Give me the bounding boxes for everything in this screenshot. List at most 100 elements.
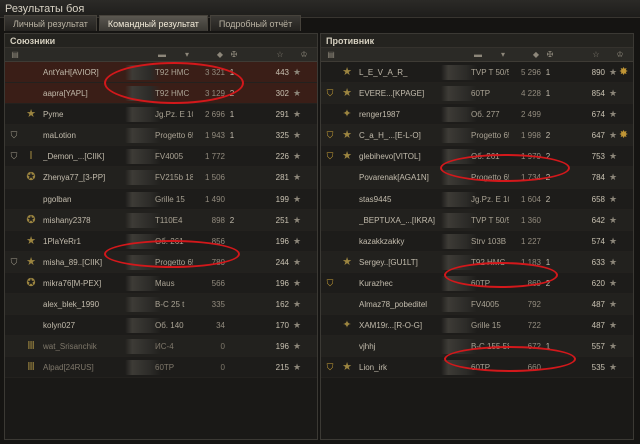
player-row[interactable]: ✦ XAM19r...[R-O-G] Grille 15 722 487 ★ <box>321 315 633 337</box>
clan-badge-icon <box>324 319 336 332</box>
player-row[interactable]: ⛉ ★ EVERE...[KPAGE] 60TP 4 228 1 854 ★ <box>321 83 633 105</box>
kills-value: 1 <box>545 257 551 267</box>
tab-team-result[interactable]: Командный результат <box>98 15 208 31</box>
tank-icon[interactable]: ▬ <box>155 50 169 60</box>
player-row[interactable]: kolyn027 Об. 140 34 170 ★ <box>5 315 317 337</box>
allies-title: Союзники <box>5 34 317 48</box>
player-row[interactable]: AntYaH[AVIOR] T92 HMC 3 321 1 443 ★ <box>5 62 317 84</box>
player-row[interactable]: Povarenak[AGA1N] Progetto 65 1 734 2 784 ★ <box>321 167 633 189</box>
damage-value: 1 979 <box>520 152 541 162</box>
player-name: wat_Srisanchik <box>43 342 97 352</box>
player-row[interactable]: Almaz78_pobeditel FV4005 792 487 ★ <box>321 294 633 316</box>
xp-value: 890 <box>591 68 605 77</box>
xp-value: 199 <box>275 194 289 204</box>
damage-value: 672 <box>527 342 541 352</box>
tank-name: ИС-4 <box>155 342 174 352</box>
player-row[interactable]: pgolban Grille 15 1 490 199 ★ <box>5 188 317 210</box>
xp-star-icon: ★ <box>293 193 302 204</box>
clan-badge-icon <box>324 298 336 311</box>
clan-badge-icon <box>8 340 20 353</box>
player-name: Zhenya77_[3-PP] <box>43 173 106 183</box>
player-row[interactable]: ★L_E_V_A_R_TVP T 50/515 2961890★✸ <box>321 62 633 84</box>
xp-star-icon: ★ <box>293 130 302 141</box>
xp-value: 162 <box>275 300 289 310</box>
tier-icon[interactable]: ▤ <box>8 50 22 60</box>
xp-star-icon: ★ <box>293 151 302 162</box>
clan-badge-icon <box>8 193 20 206</box>
tab-detailed-report[interactable]: Подробный отчёт <box>209 15 302 31</box>
tank-icon[interactable]: ▬ <box>471 50 485 60</box>
xp-value: 196 <box>275 342 289 352</box>
allies-panel: Союзники ▤ ▬ ▾ ◆ ✠ ☆ ♔ AntYaH[AVIOR] T92 … <box>4 33 318 440</box>
player-row[interactable]: ✪ Zhenya77_[3-PP] FV215b 183 1 506 281 ★ <box>5 167 317 189</box>
xp-star-icon: ★ <box>609 130 618 141</box>
player-row[interactable]: ✦ renger1987 Об. 277 2 499 674 ★ <box>321 104 633 126</box>
xp-star-icon: ★ <box>293 109 302 120</box>
clan-badge-icon <box>324 193 336 206</box>
xp-star-icon: ★ <box>293 320 302 331</box>
player-row[interactable]: ★ Sergey..[GU1LT] T92 HMC 1 183 1 633 ★ <box>321 251 633 273</box>
xp-value: 647 <box>591 131 605 141</box>
damage-value: 1 772 <box>204 152 225 162</box>
allies-list: AntYaH[AVIOR] T92 HMC 3 321 1 443 ★ aapra[YAPL… <box>5 62 317 379</box>
player-row[interactable]: Ⅲ Alpad[24RUS] 60TP 0 215 ★ <box>5 357 317 379</box>
player-name: L_E_V_A_R_ <box>359 68 408 77</box>
tank-name: В-С 25 t <box>155 300 185 310</box>
player-row[interactable]: ⛉ Kurazhec 60TP 869 2 620 ★ <box>321 272 633 295</box>
player-name: Almaz78_pobeditel <box>359 300 428 310</box>
player-row[interactable]: ⛉ ★ glebihevo[VITOL] Об. 261 1 979 2 753 ★ <box>321 146 633 168</box>
player-row[interactable]: vjhhj В-С 155 58 672 1 557 ★ <box>321 336 633 358</box>
player-row[interactable]: aapra[YAPL] T92 HMC 3 129 2 302 ★ <box>5 83 317 105</box>
enemies-list: ★L_E_V_A_R_TVP T 50/515 2961890★✸⛉★EVERE… <box>321 62 633 379</box>
player-row[interactable]: _BEPTUXA_...[IKRA] TVP T 50/51 1 360 642 ★ <box>321 209 633 231</box>
xp-star-icon: ★ <box>609 320 618 331</box>
tank-name: Jg.Pz. E 100 <box>471 194 509 204</box>
player-row[interactable]: ⛉ ★ С_а_Н_...[E-L-O] Progetto 65 1 998 2 647 ★ ✸ <box>321 125 633 147</box>
damage-value: 856 <box>211 236 225 246</box>
xp-value: 170 <box>275 321 289 331</box>
xp-star-icon: ★ <box>609 109 618 120</box>
xp-icon[interactable]: ☆ <box>589 50 603 60</box>
player-row[interactable]: ✪ mikra76[M-PEX] Maus 566 196 ★ <box>5 272 317 295</box>
player-row[interactable]: ⛉ ★ misha_89..[CIIK] Progetto 65 780 244 ★ <box>5 251 317 273</box>
kills-value: 1 <box>229 68 235 77</box>
clan-badge-icon <box>8 108 20 121</box>
player-row[interactable]: Ⅲwat_Srisanchik ИС-4 0 196 ★ <box>5 336 317 358</box>
clan-badge-icon: ⛉ <box>326 362 334 373</box>
medal-icon[interactable]: ♔ <box>613 50 627 60</box>
player-row[interactable]: ★ 1PlaYeRr1 Об. 261 856 196 ★ <box>5 230 317 252</box>
tier-icon[interactable]: ▤ <box>324 50 338 60</box>
player-row[interactable]: ✪ mishany2378 T110E4 898 2 251 ★ <box>5 209 317 231</box>
xp-value: 487 <box>591 300 605 310</box>
player-row[interactable]: ⛉ Ⅰ _Demon_...[CIIK] FV4005 1 772 226 ★ <box>5 146 317 168</box>
tab-personal-result[interactable]: Личный результат <box>4 15 97 31</box>
xp-value: 784 <box>591 173 605 183</box>
player-row[interactable]: ★ Pyme Jg.Pz. E 100 2 696 1 291 ★ <box>5 104 317 126</box>
kills-icon[interactable]: ✠ <box>227 50 241 60</box>
player-row[interactable]: ⛉ maLotion Progetto 65 1 943 1 325 ★ <box>5 125 317 147</box>
enemies-panel: Противник ▤ ▬ ▾ ◆ ✠ ☆ ♔ ★ L_E_V_A_R_ TVP T… <box>320 33 634 440</box>
clan-badge-icon <box>8 277 20 290</box>
xp-value: 854 <box>591 89 605 99</box>
sort-chevron-icon[interactable]: ▾ <box>180 50 194 60</box>
kills-value: 2 <box>545 131 551 141</box>
medal-icon[interactable]: ♔ <box>297 50 311 60</box>
player-row[interactable]: alex_blek_1990 В-С 25 t 335 162 ★ <box>5 294 317 316</box>
xp-star-icon: ★ <box>293 172 302 183</box>
damage-icon[interactable]: ◆ <box>213 50 227 60</box>
xp-icon[interactable]: ☆ <box>273 50 287 60</box>
player-row[interactable]: ⛉ ★ Lion_irk 60TP 660 535 ★ <box>321 357 633 379</box>
player-row[interactable]: stas9445 Jg.Pz. E 100 1 604 2 658 ★ <box>321 188 633 210</box>
player-row[interactable]: kazakkzakky Strv 103B 1 227 574 ★ <box>321 230 633 252</box>
rank-emblem-icon: ★ <box>342 87 352 100</box>
damage-icon[interactable]: ◆ <box>529 50 543 60</box>
xp-star-icon: ★ <box>293 214 302 225</box>
sort-chevron-icon[interactable]: ▾ <box>496 50 510 60</box>
xp-value: 325 <box>275 131 289 141</box>
tank-name: Grille 15 <box>471 321 501 331</box>
clan-badge-icon <box>8 171 20 184</box>
kills-icon[interactable]: ✠ <box>543 50 557 60</box>
rank-emblem-icon: Ⅰ <box>29 150 33 163</box>
tank-name: Progetto 65 <box>471 131 509 141</box>
xp-star-icon: ★ <box>293 341 302 352</box>
